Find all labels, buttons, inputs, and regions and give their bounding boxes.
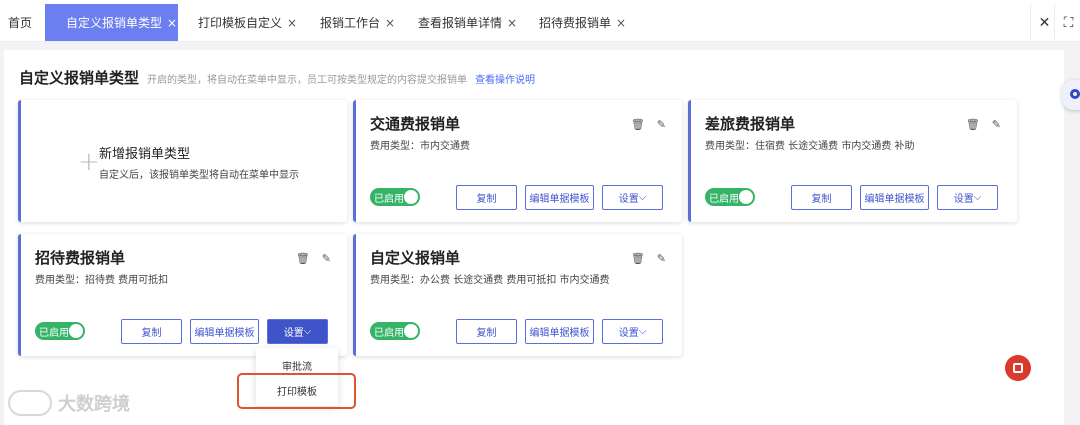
expense-type-card: 自定义报销单 费用类型：办公费 长途交通费 费用可抵扣 市内交通费 🗑 ✎ 已启…	[353, 234, 682, 356]
edit-icon[interactable]: ✎	[657, 252, 666, 265]
toggle-label: 已启用	[374, 193, 404, 205]
edit-icon[interactable]: ✎	[657, 118, 666, 131]
document-icon	[1013, 363, 1023, 373]
close-icon[interactable]: ×	[616, 16, 626, 30]
copy-button[interactable]: 复制	[456, 185, 517, 210]
tab-expense-detail[interactable]: 查看报销单详情 ×	[418, 4, 517, 41]
card-expense-types: 费用类型：住宿费 长途交通费 市内交通费 补助	[705, 141, 915, 152]
add-card-title: 新增报销单类型	[99, 147, 191, 162]
card-ops: 🗑 ✎	[966, 118, 1001, 131]
expense-type-card: 招待费报销单 费用类型：招待费 费用可抵扣 🗑 ✎ 已启用 复制 编辑单据模板 …	[18, 234, 347, 356]
watermark: 大数跨境	[8, 390, 130, 416]
chevron-down-icon: ⌵	[303, 326, 312, 337]
copy-button[interactable]: 复制	[791, 185, 852, 210]
chevron-down-icon: ⌵	[638, 192, 647, 203]
edit-template-button[interactable]: 编辑单据模板	[525, 319, 594, 344]
chevron-down-icon: ⌵	[638, 326, 647, 337]
tab-label: 招待费报销单	[539, 16, 612, 30]
card-expense-types: 费用类型：招待费 费用可抵扣	[35, 275, 169, 286]
settings-label: 设置	[953, 194, 974, 205]
card-title: 自定义报销单	[370, 249, 461, 267]
settings-button[interactable]: 设置 ⌵	[602, 319, 663, 344]
settings-button[interactable]: 设置 ⌵	[937, 185, 998, 210]
edit-template-button[interactable]: 编辑单据模板	[190, 319, 259, 344]
settings-button[interactable]: 设置 ⌵	[602, 185, 663, 210]
toggle-knob	[404, 190, 418, 204]
tab-label: 首页	[8, 16, 33, 30]
side-assistant-button[interactable]	[1062, 80, 1080, 110]
card-expense-types: 费用类型：办公费 长途交通费 费用可抵扣 市内交通费	[370, 275, 610, 286]
menu-item-approval-flow[interactable]: 审批流	[256, 358, 338, 373]
page-title: 自定义报销单类型	[19, 69, 140, 87]
settings-label: 设置	[618, 328, 639, 339]
tab-custom-expense-type[interactable]: 自定义报销单类型 ×	[45, 4, 178, 41]
tab-expense-workbench[interactable]: 报销工作台 ×	[320, 4, 395, 41]
expense-type-card: 差旅费报销单 费用类型：住宿费 长途交通费 市内交通费 补助 🗑 ✎ 已启用 复…	[688, 100, 1017, 222]
enable-toggle[interactable]: 已启用	[705, 188, 755, 206]
close-icon[interactable]: ×	[287, 16, 297, 30]
close-icon[interactable]: ×	[167, 16, 177, 30]
add-expense-type-card[interactable]: + 新增报销单类型 自定义后，该报销单类型将自动在菜单中显示	[18, 100, 347, 222]
card-ops: 🗑 ✎	[631, 118, 666, 131]
close-icon[interactable]: ×	[385, 16, 395, 30]
watermark-text: 大数跨境	[58, 394, 130, 415]
floating-action-button[interactable]	[1005, 355, 1031, 381]
edit-template-button[interactable]: 编辑单据模板	[525, 185, 594, 210]
tab-label: 查看报销单详情	[418, 16, 503, 30]
tab-label: 自定义报销单类型	[66, 16, 163, 30]
chevron-down-icon: ⌵	[973, 192, 982, 203]
main-panel: 自定义报销单类型 开启的类型，将自动在菜单中显示，员工可按类型规定的内容提交报销…	[4, 50, 1064, 425]
page-subtitle: 开启的类型，将自动在菜单中显示，员工可按类型规定的内容提交报销单	[147, 75, 468, 86]
edit-template-button[interactable]: 编辑单据模板	[860, 185, 929, 210]
add-card-subtitle: 自定义后，该报销单类型将自动在菜单中显示	[99, 170, 299, 181]
settings-label: 设置	[618, 194, 639, 205]
tab-label: 报销工作台	[320, 16, 381, 30]
fullscreen-icon: ⛶	[1063, 14, 1074, 31]
content-area: 自定义报销单类型 开启的类型，将自动在菜单中显示，员工可按类型规定的内容提交报销…	[0, 42, 1080, 425]
card-title: 差旅费报销单	[705, 115, 796, 133]
watermark-logo-icon	[8, 390, 52, 416]
delete-icon[interactable]: 🗑	[631, 252, 645, 265]
card-ops: 🗑 ✎	[631, 252, 666, 265]
toggle-label: 已启用	[39, 327, 69, 339]
tab-label: 打印模板自定义	[198, 16, 283, 30]
enable-toggle[interactable]: 已启用	[35, 322, 85, 340]
copy-button[interactable]: 复制	[456, 319, 517, 344]
card-expense-types: 费用类型：市内交通费	[370, 141, 470, 152]
toggle-label: 已启用	[709, 193, 739, 205]
plus-icon: +	[78, 147, 100, 177]
expense-type-card: 交通费报销单 费用类型：市内交通费 🗑 ✎ 已启用 复制 编辑单据模板 设置 ⌵	[353, 100, 682, 222]
copy-button[interactable]: 复制	[121, 319, 182, 344]
edit-icon[interactable]: ✎	[322, 252, 331, 265]
edit-icon[interactable]: ✎	[992, 118, 1001, 131]
assistant-icon	[1070, 89, 1080, 99]
toggle-knob	[739, 190, 753, 204]
delete-icon[interactable]: 🗑	[296, 252, 310, 265]
tab-home[interactable]: 首页	[8, 4, 32, 41]
enable-toggle[interactable]: 已启用	[370, 188, 420, 206]
delete-icon[interactable]: 🗑	[631, 118, 645, 131]
help-link[interactable]: 查看操作说明	[475, 71, 535, 86]
delete-icon[interactable]: 🗑	[966, 118, 980, 131]
enable-toggle[interactable]: 已启用	[370, 322, 420, 340]
settings-button[interactable]: 设置 ⌵	[267, 319, 328, 344]
tab-print-template[interactable]: 打印模板自定义 ×	[198, 4, 297, 41]
settings-label: 设置	[283, 328, 304, 339]
card-title: 招待费报销单	[35, 249, 126, 267]
fullscreen-button[interactable]: ⛶	[1054, 4, 1080, 41]
card-title: 交通费报销单	[370, 115, 461, 133]
toggle-knob	[404, 324, 418, 338]
highlight-box	[237, 373, 356, 409]
tab-bar: 首页 自定义报销单类型 × 打印模板自定义 × 报销工作台 × 查看报销单详情 …	[0, 4, 1080, 42]
toggle-knob	[69, 324, 83, 338]
page-heading: 自定义报销单类型 开启的类型，将自动在菜单中显示，员工可按类型规定的内容提交报销…	[19, 67, 535, 88]
close-icon[interactable]: ×	[507, 16, 517, 30]
tab-entertainment-expense[interactable]: 招待费报销单 ×	[539, 4, 626, 41]
close-icon: ✕	[1038, 14, 1051, 31]
card-ops: 🗑 ✎	[296, 252, 331, 265]
toggle-label: 已启用	[374, 327, 404, 339]
